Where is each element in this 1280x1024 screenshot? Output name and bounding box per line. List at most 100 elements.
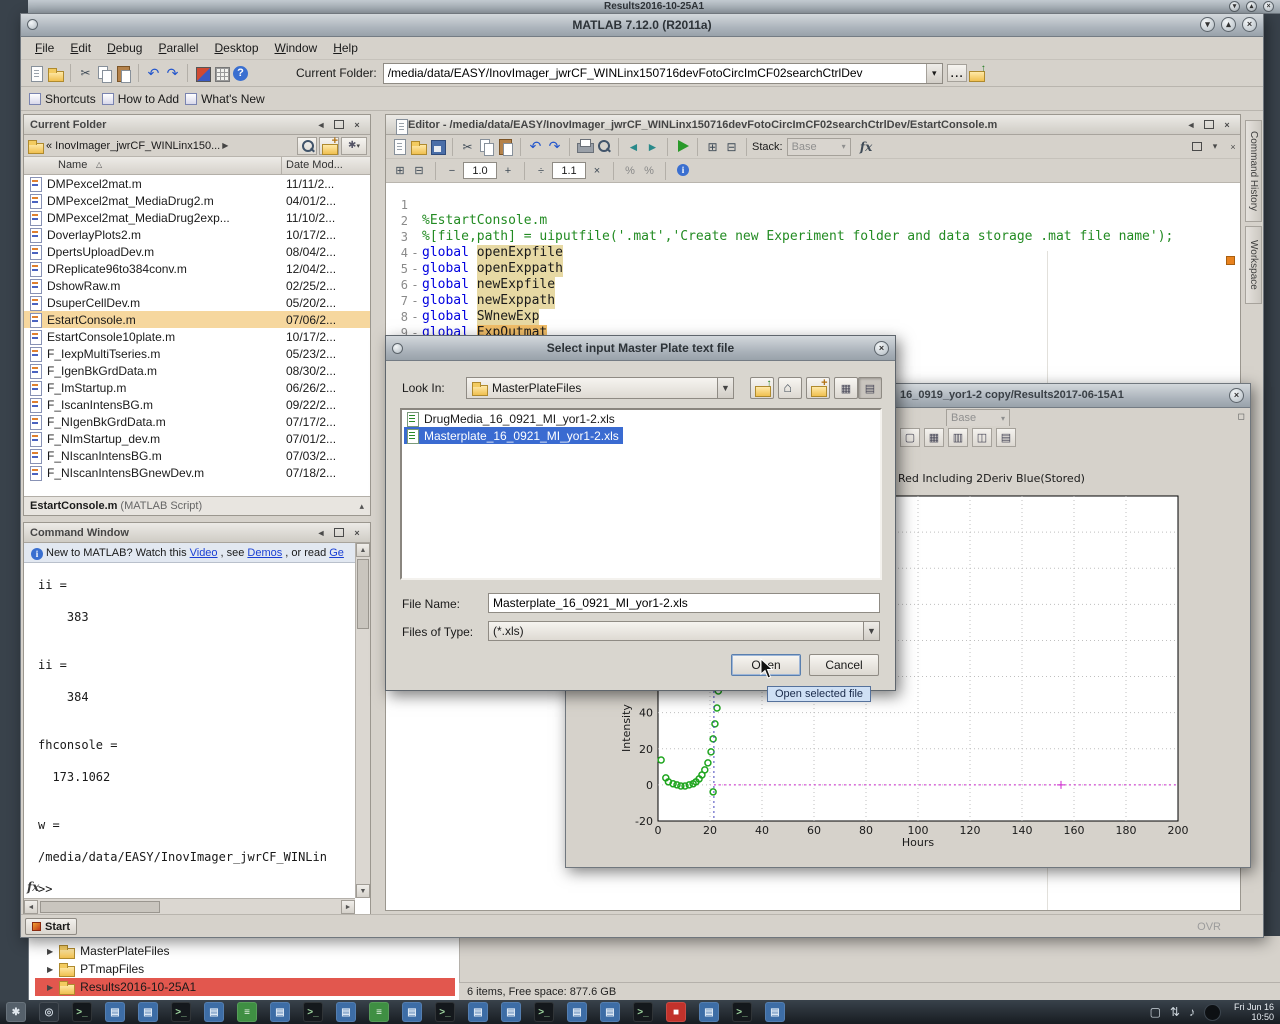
columns-icon[interactable]: ◫: [972, 428, 992, 447]
files-icon[interactable]: ▤: [600, 1002, 620, 1022]
chevron-down-icon[interactable]: ▼: [717, 378, 733, 398]
konsole-icon[interactable]: >_: [633, 1002, 653, 1022]
file-row[interactable]: DMPexcel2mat_MediaDrug2.m04/01/2...: [24, 192, 370, 209]
copy-icon[interactable]: [477, 137, 496, 156]
console-area[interactable]: ii = 383ii = 384fhconsole = 173.1062w =/…: [24, 563, 355, 898]
file-list[interactable]: DMPexcel2mat.m11/11/2...DMPexcel2mat_Med…: [24, 175, 370, 496]
browse-folder-button[interactable]: ...: [947, 64, 967, 82]
maximize-icon[interactable]: ▴: [1246, 1, 1257, 12]
files-icon[interactable]: ▤: [105, 1002, 125, 1022]
cancel-button[interactable]: Cancel: [809, 654, 879, 676]
scroll-up-icon[interactable]: ▲: [356, 543, 370, 557]
window-menu-icon[interactable]: [392, 343, 403, 354]
scroll-down-icon[interactable]: ▼: [356, 884, 370, 898]
file-row[interactable]: F_NImStartup_dev.m07/01/2...: [24, 430, 370, 447]
alert-app-icon[interactable]: ■: [666, 1002, 686, 1022]
menu-desktop[interactable]: Desktop: [206, 39, 266, 57]
figure-stack-combo[interactable]: Base ▾: [946, 409, 1010, 427]
file-row[interactable]: F_IgenBkGrdData.m08/30/2...: [24, 362, 370, 379]
report-icon[interactable]: ▤: [996, 428, 1016, 447]
konsole-icon[interactable]: >_: [732, 1002, 752, 1022]
new-file-icon[interactable]: [27, 64, 46, 83]
close-icon[interactable]: ×: [350, 526, 364, 539]
file-row[interactable]: F_NIscanIntensBG.m07/03/2...: [24, 447, 370, 464]
dock-icon[interactable]: ◄: [314, 526, 328, 539]
close-icon[interactable]: ×: [1229, 388, 1244, 403]
konsole-icon[interactable]: >_: [534, 1002, 554, 1022]
copy-icon[interactable]: [95, 64, 114, 83]
undock-icon[interactable]: [332, 526, 346, 539]
scroll-thumb[interactable]: [357, 559, 369, 629]
scroll-thumb[interactable]: [40, 901, 160, 913]
file-row[interactable]: DMPexcel2mat_MediaDrug2exp...11/10/2...: [24, 209, 370, 226]
chevron-down-icon[interactable]: ▾: [1208, 140, 1222, 153]
collapse-icon[interactable]: ▴: [359, 501, 364, 512]
column-date[interactable]: Date Mod...: [286, 159, 343, 171]
cell-remove-icon[interactable]: ⊟: [722, 137, 741, 156]
files-icon[interactable]: ▤: [402, 1002, 422, 1022]
files-icon[interactable]: ▤: [138, 1002, 158, 1022]
files-of-type-combo[interactable]: (*.xls) ▼: [488, 621, 880, 641]
cell-insert-icon[interactable]: ⊞: [703, 137, 722, 156]
up-folder-icon[interactable]: [967, 64, 986, 83]
value-field-left[interactable]: 1.0: [463, 162, 497, 179]
dialog-file-row[interactable]: Masterplate_16_0921_MI_yor1-2.xls: [402, 427, 880, 444]
video-link[interactable]: Video: [190, 547, 218, 559]
editor-header[interactable]: Editor - /media/data/EASY/InovImager_jwr…: [386, 115, 1240, 135]
tab-workspace[interactable]: Workspace: [1245, 226, 1262, 304]
file-row[interactable]: DpertsUploadDev.m08/04/2...: [24, 243, 370, 260]
new-script-icon[interactable]: [390, 137, 409, 156]
close-icon[interactable]: ×: [350, 118, 364, 131]
column-separator[interactable]: [281, 157, 282, 174]
redo-icon[interactable]: ↷: [163, 64, 182, 83]
close-icon[interactable]: ×: [1242, 17, 1257, 32]
konsole-icon[interactable]: >_: [435, 1002, 455, 1022]
chevron-down-icon[interactable]: ▼: [863, 622, 879, 640]
forward-icon[interactable]: ►: [643, 137, 662, 156]
cell-divider2-icon[interactable]: ⊟: [411, 163, 427, 179]
dock-icon[interactable]: ◄: [314, 118, 328, 131]
konsole-icon[interactable]: >_: [171, 1002, 191, 1022]
command-window-header[interactable]: Command Window ◄ ×: [24, 523, 370, 543]
shortcut-how-to-add[interactable]: How to Add: [102, 92, 179, 106]
paste-icon[interactable]: [114, 64, 133, 83]
save-icon[interactable]: [428, 137, 447, 156]
file-row[interactable]: DoverlayPlots2.m10/17/2...: [24, 226, 370, 243]
percent2-icon[interactable]: %: [641, 163, 657, 179]
shortcut-whats-new[interactable]: What's New: [185, 92, 265, 106]
scroll-left-icon[interactable]: ◄: [24, 900, 38, 914]
divide-icon[interactable]: ÷: [533, 163, 549, 179]
percent-icon[interactable]: %: [622, 163, 638, 179]
file-row[interactable]: EstartConsole.m07/06/2...: [24, 311, 370, 328]
find-icon[interactable]: [594, 137, 613, 156]
minimize-icon[interactable]: ▾: [1229, 1, 1240, 12]
cut-icon[interactable]: ✂: [458, 137, 477, 156]
menu-file[interactable]: File: [27, 39, 62, 57]
cell-divider-icon[interactable]: ⊞: [392, 163, 408, 179]
value-field-right[interactable]: 1.1: [552, 162, 586, 179]
help-icon[interactable]: [231, 64, 250, 83]
new-folder-button[interactable]: [806, 377, 830, 399]
menu-edit[interactable]: Edit: [62, 39, 99, 57]
dialog-file-row[interactable]: DrugMedia_16_0921_MI_yor1-2.xls: [402, 410, 880, 427]
close-icon[interactable]: ×: [1263, 1, 1274, 12]
menu-window[interactable]: Window: [267, 39, 326, 57]
breadcrumb-expand-icon[interactable]: ▶: [222, 141, 228, 150]
up-one-level-button[interactable]: [750, 377, 774, 399]
tray-circle-icon[interactable]: [1204, 1004, 1221, 1021]
konsole-icon[interactable]: >_: [72, 1002, 92, 1022]
dock-figure-icon[interactable]: ◻: [1238, 411, 1245, 422]
current-folder-input[interactable]: [383, 63, 943, 84]
mlint-indicator[interactable]: [1226, 256, 1235, 265]
menu-debug[interactable]: Debug: [99, 39, 150, 57]
editor-icon[interactable]: ≡: [237, 1002, 257, 1022]
undock-icon[interactable]: [332, 118, 346, 131]
file-row[interactable]: F_ImStartup.m06/26/2...: [24, 379, 370, 396]
run-icon[interactable]: [673, 137, 692, 156]
doc-layout-icon[interactable]: [1190, 140, 1204, 153]
back-icon[interactable]: ◄: [624, 137, 643, 156]
search-icon[interactable]: ◎: [39, 1002, 59, 1022]
home-button[interactable]: [778, 377, 802, 399]
look-in-combo[interactable]: MasterPlateFiles ▼: [466, 377, 734, 399]
file-row[interactable]: DReplicate96to384conv.m12/04/2...: [24, 260, 370, 277]
